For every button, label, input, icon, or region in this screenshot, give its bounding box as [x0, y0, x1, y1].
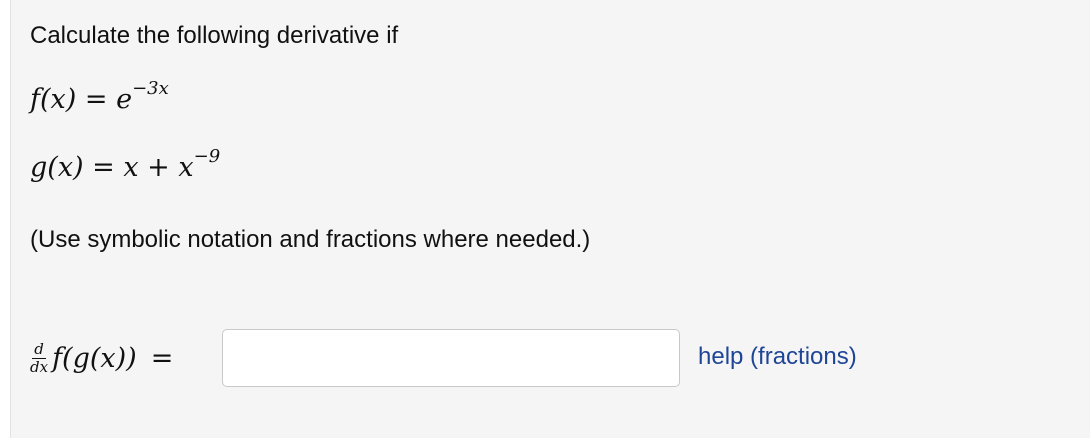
f-definition: f(x) = e−3x — [30, 78, 169, 115]
help-fractions-link[interactable]: help (fractions) — [698, 343, 857, 371]
g-exponent: −9 — [193, 146, 221, 167]
f-base: e — [116, 84, 133, 115]
fraction-numerator: d — [32, 339, 46, 359]
notation-note: (Use symbolic notation and fractions whe… — [30, 226, 591, 253]
f-equals: = — [76, 84, 117, 115]
d-dx-fraction: d dx — [30, 339, 49, 376]
g-definition: g(x) = x + x−9 — [30, 146, 220, 183]
derivative-expression: d dx f(g(x)) = — [30, 333, 173, 383]
fraction-denominator: dx — [30, 357, 49, 376]
problem-prompt: Calculate the following derivative if — [30, 22, 399, 49]
derivative-equals: = — [150, 342, 174, 374]
answer-input[interactable] — [222, 329, 680, 387]
g-lhs: g(x) — [30, 152, 84, 183]
f-lhs: f(x) — [30, 84, 77, 115]
g-equals: = — [83, 152, 124, 183]
g-expr: x + x — [123, 152, 194, 183]
composite-function: f(g(x)) — [52, 342, 137, 374]
f-exponent: −3x — [132, 78, 169, 99]
